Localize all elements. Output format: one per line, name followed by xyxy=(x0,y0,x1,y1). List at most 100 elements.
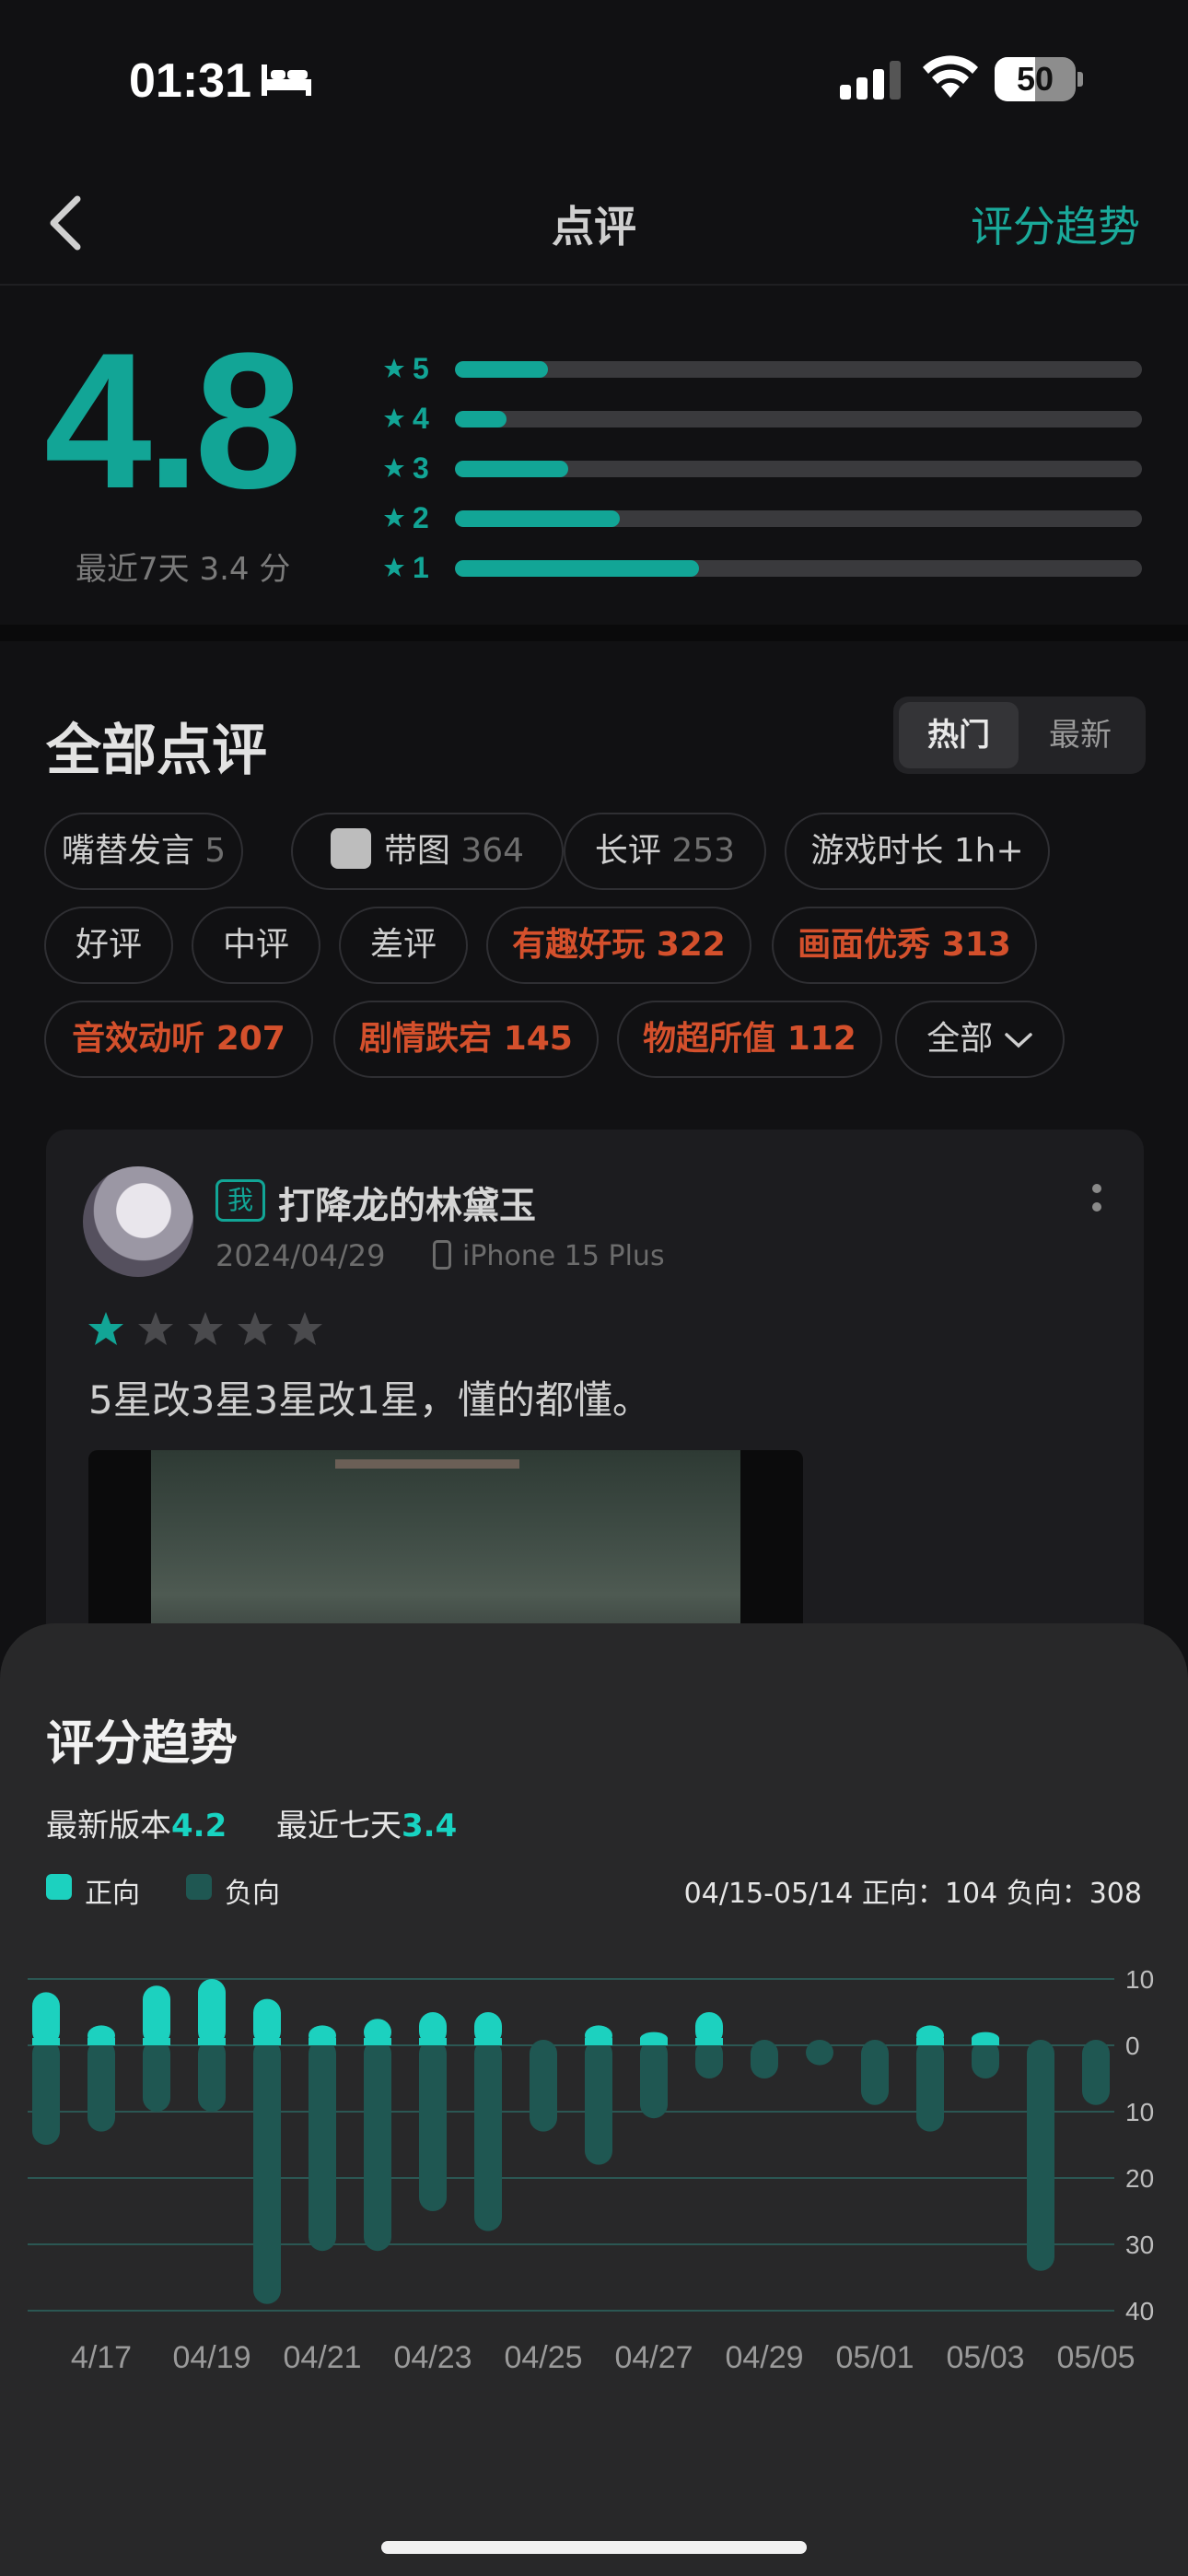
negative-bar[interactable] xyxy=(143,2040,170,2112)
battery-level: 50 xyxy=(1016,60,1054,98)
negative-bar[interactable] xyxy=(640,2040,668,2119)
avatar[interactable] xyxy=(83,1166,193,1277)
rating-bar-track xyxy=(455,361,1142,378)
x-tick-label: 04/21 xyxy=(283,2340,361,2375)
y-tick-label: 10 xyxy=(1125,2098,1154,2126)
device-name: iPhone 15 Plus xyxy=(462,1240,665,1272)
chip-count: 253 xyxy=(671,832,736,870)
negative-bar[interactable] xyxy=(806,2040,833,2066)
chip-label: 音效动听 207 xyxy=(72,1020,285,1058)
filter-chip-story[interactable]: 剧情跌宕 145 xyxy=(333,1001,599,1078)
signal-icon xyxy=(840,61,901,100)
filter-chip-sound[interactable]: 音效动听 207 xyxy=(44,1001,313,1078)
x-tick-label: 04/23 xyxy=(393,2340,472,2375)
filter-chip-graphics[interactable]: 画面优秀 313 xyxy=(772,907,1037,984)
star-empty-icon xyxy=(287,1312,322,1345)
rating-bar-3: 3 xyxy=(383,451,1146,494)
negative-bar[interactable] xyxy=(1082,2040,1110,2105)
positive-bar-base xyxy=(640,2038,668,2045)
negative-bar[interactable] xyxy=(198,2040,226,2112)
x-tick-label: 4/17 xyxy=(71,2340,132,2375)
rating-bar-4: 4 xyxy=(383,402,1146,444)
star-rating xyxy=(88,1312,322,1345)
rating-bar-label: 5 xyxy=(413,352,429,385)
filter-chip-neutral[interactable]: 中评 xyxy=(192,907,320,984)
negative-bar[interactable] xyxy=(530,2040,557,2132)
review-text: 5星改3星3星改1星，懂的都懂。 xyxy=(88,1377,651,1423)
home-indicator[interactable] xyxy=(381,2541,807,2554)
chip-label: 有趣好玩 322 xyxy=(512,926,726,964)
negative-bar[interactable] xyxy=(695,2040,723,2078)
recent-score: 最近7天 3.4 分 xyxy=(76,551,291,588)
latest-version: 最新版本4.2 xyxy=(46,1800,227,1845)
filter-chip-long[interactable]: 长评 253 xyxy=(564,813,766,890)
filter-chip-fun[interactable]: 有趣好玩 322 xyxy=(486,907,751,984)
positive-bar[interactable] xyxy=(143,1985,170,2045)
positive-bar-base xyxy=(364,2038,391,2045)
legend-positive-swatch xyxy=(46,1874,72,1900)
filter-chip-with-image[interactable]: 带图 364 xyxy=(291,813,564,890)
positive-bar-base xyxy=(198,2038,226,2045)
negative-bar[interactable] xyxy=(585,2040,612,2165)
rating-bar-label: 4 xyxy=(413,402,429,435)
sort-new-tab[interactable]: 最新 xyxy=(1020,702,1140,768)
legend-negative-swatch xyxy=(186,1874,212,1900)
username[interactable]: 打降龙的林黛玉 xyxy=(278,1176,536,1229)
positive-bar[interactable] xyxy=(198,1979,226,2045)
filter-chip-quote[interactable]: 嘴替发言 5 xyxy=(44,813,243,890)
positive-bar-base xyxy=(916,2038,944,2045)
legend-negative: 负向 xyxy=(225,1878,280,1910)
x-tick-label: 04/25 xyxy=(504,2340,582,2375)
sort-toggle: 热门 最新 xyxy=(893,697,1146,774)
average-score: 4.8 xyxy=(44,312,302,529)
more-icon[interactable] xyxy=(1090,1181,1103,1218)
negative-bar[interactable] xyxy=(364,2040,391,2252)
negative-bar[interactable] xyxy=(916,2040,944,2132)
star-empty-icon xyxy=(238,1312,273,1345)
sort-hot-tab[interactable]: 热门 xyxy=(899,702,1019,768)
all-reviews-title: 全部点评 xyxy=(46,719,267,783)
positive-bar-base xyxy=(87,2038,115,2045)
divider xyxy=(0,284,1188,286)
sheet-title: 评分趋势 xyxy=(46,1716,239,1772)
negative-bar[interactable] xyxy=(474,2040,502,2231)
filter-chip-negative[interactable]: 差评 xyxy=(339,907,468,984)
filter-chip-positive[interactable]: 好评 xyxy=(44,907,173,984)
negative-bar[interactable] xyxy=(972,2040,999,2078)
negative-bar[interactable] xyxy=(253,2040,281,2304)
negative-bar[interactable] xyxy=(751,2040,778,2078)
rating-bar-track xyxy=(455,510,1142,527)
negative-bar[interactable] xyxy=(309,2040,336,2252)
negative-bar[interactable] xyxy=(32,2040,60,2145)
negative-bar[interactable] xyxy=(419,2040,447,2211)
x-tick-label: 05/03 xyxy=(946,2340,1024,2375)
rating-bar-track xyxy=(455,560,1142,577)
trend-chart[interactable]: 10 0 10 20 30 40 4/17 04/19 04/21 04/23 04/25 04/27… xyxy=(0,1953,1188,2395)
me-badge: 我 xyxy=(215,1179,265,1222)
rating-bar-2: 2 xyxy=(383,501,1146,544)
latest-version-value: 4.2 xyxy=(171,1808,227,1844)
chip-label: 剧情跌宕 145 xyxy=(359,1020,573,1058)
x-tick-label: 04/29 xyxy=(725,2340,803,2375)
rating-trend-link[interactable]: 评分趋势 xyxy=(971,193,1140,254)
filter-chip-all[interactable]: 全部 xyxy=(895,1001,1065,1078)
phone-icon xyxy=(433,1240,451,1270)
y-tick-label: 30 xyxy=(1125,2231,1154,2259)
positive-bar-base xyxy=(143,2038,170,2045)
chip-label: 画面优秀 313 xyxy=(798,926,1011,964)
positive-bar[interactable] xyxy=(32,1992,60,2045)
rating-bar-track xyxy=(455,411,1142,427)
chevron-down-icon xyxy=(1004,1033,1032,1048)
negative-bar[interactable] xyxy=(861,2040,889,2105)
rating-bar-fill xyxy=(455,461,569,477)
filter-chip-playtime[interactable]: 游戏时长 1h+ xyxy=(785,813,1050,890)
filter-chip-value[interactable]: 物超所值 112 xyxy=(617,1001,882,1078)
star-filled-icon xyxy=(88,1312,123,1345)
negative-bar[interactable] xyxy=(1027,2040,1054,2271)
rating-bar-fill xyxy=(455,510,621,527)
chip-label: 好评 xyxy=(75,926,142,964)
positive-bar-base xyxy=(695,2038,723,2045)
chip-count: 364 xyxy=(460,832,525,870)
negative-bar[interactable] xyxy=(87,2040,115,2132)
section-separator xyxy=(0,625,1188,641)
